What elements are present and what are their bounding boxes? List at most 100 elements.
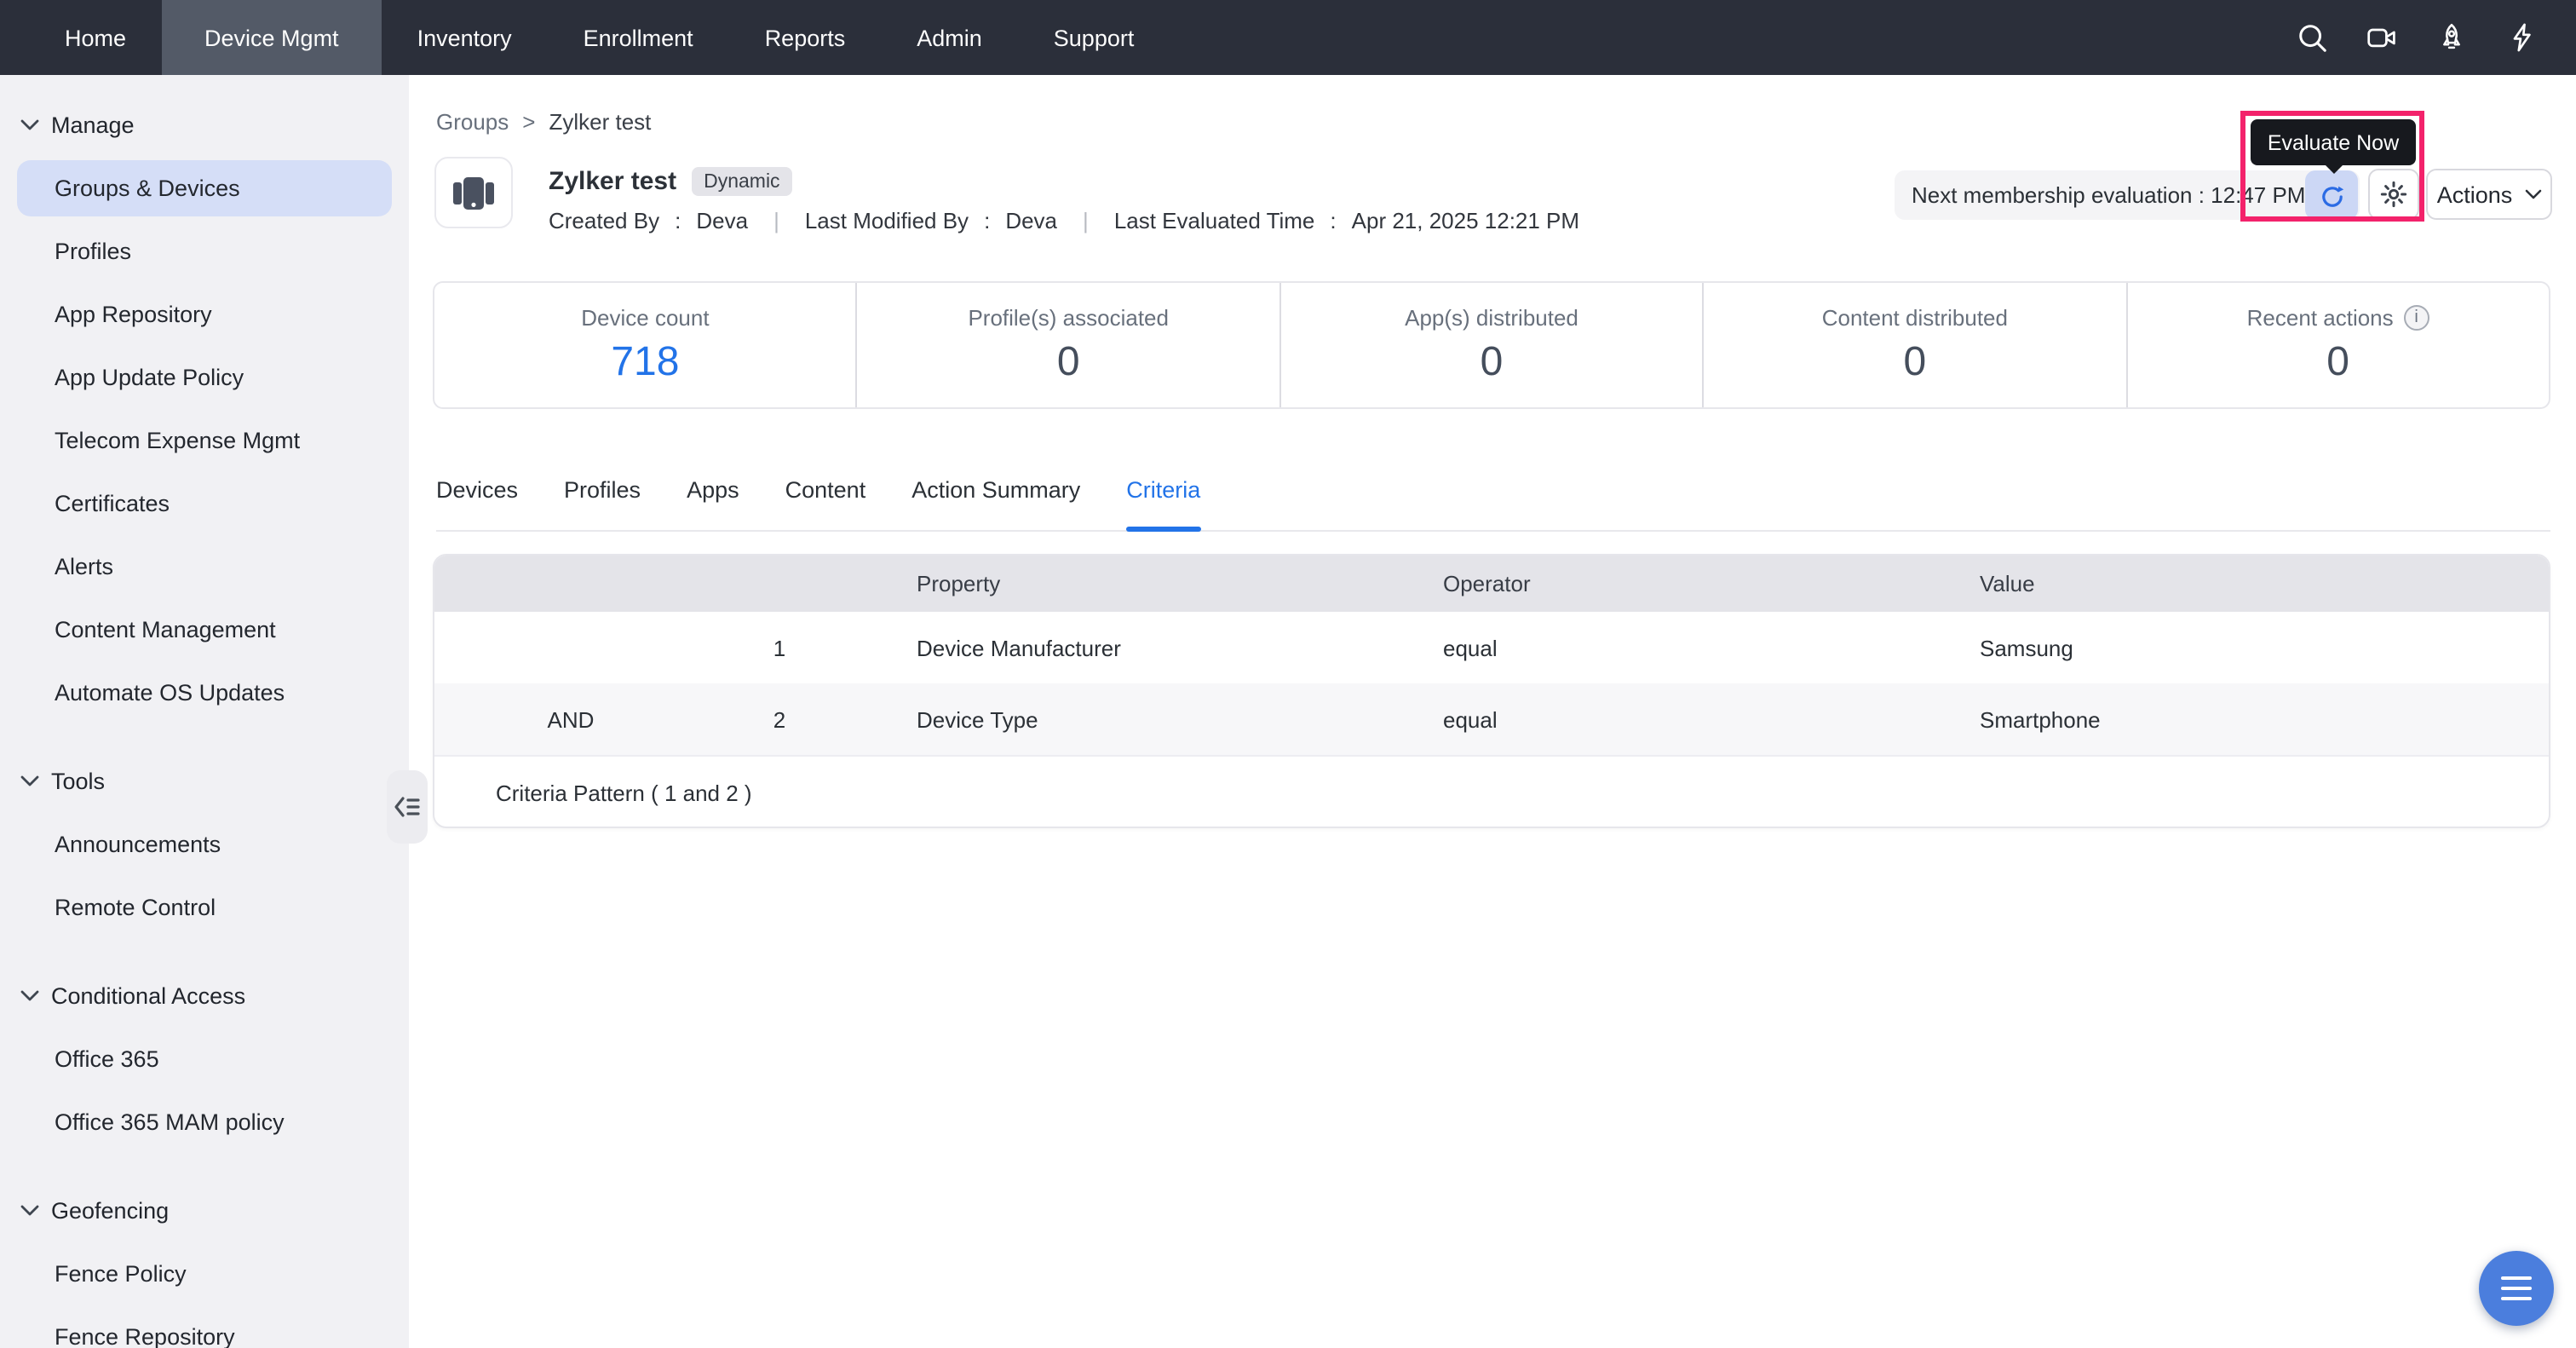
- sidebar-item-office-365[interactable]: Office 365: [0, 1028, 409, 1091]
- stat-recent-actions: Recent actions 0: [2127, 283, 2549, 407]
- sidebar-item-fence-policy[interactable]: Fence Policy: [0, 1242, 409, 1305]
- criterion-property: Device Type: [852, 706, 1423, 732]
- tab-profiles[interactable]: Profiles: [564, 477, 641, 530]
- sidebar-item-profiles[interactable]: Profiles: [0, 220, 409, 283]
- next-evaluation-status: Next membership evaluation : 12:47 PM: [1895, 170, 2360, 220]
- created-by-label: Created By: [549, 208, 659, 233]
- tab-devices[interactable]: Devices: [436, 477, 518, 530]
- actions-dropdown-button[interactable]: Actions: [2426, 169, 2552, 220]
- last-modified-by-value: Deva: [1005, 208, 1057, 233]
- rocket-icon[interactable]: [2435, 20, 2469, 55]
- tab-action-summary[interactable]: Action Summary: [911, 477, 1080, 530]
- settings-button[interactable]: [2368, 169, 2419, 220]
- next-evaluation-text: Next membership evaluation : 12:47 PM: [1912, 182, 2305, 208]
- sidebar-item-telecom-expense-mgmt[interactable]: Telecom Expense Mgmt: [0, 409, 409, 472]
- quick-menu-fab[interactable]: [2479, 1251, 2554, 1326]
- stat-value: 0: [2326, 339, 2349, 387]
- sidebar-section-header-conditional-access[interactable]: Conditional Access: [0, 965, 409, 1028]
- stat-value-device-count[interactable]: 718: [611, 339, 679, 387]
- refresh-icon: [2318, 181, 2345, 209]
- sidebar-section-geofencing: Geofencing Fence Policy Fence Repository: [0, 1179, 409, 1348]
- sidebar-section-header-manage[interactable]: Manage: [0, 94, 409, 157]
- video-camera-icon[interactable]: [2365, 20, 2399, 55]
- sidebar-item-app-update-policy[interactable]: App Update Policy: [0, 346, 409, 409]
- colon: :: [675, 208, 681, 233]
- evaluate-now-tooltip: Evaluate Now: [2251, 119, 2416, 165]
- sidebar-item-alerts[interactable]: Alerts: [0, 535, 409, 598]
- divider: |: [773, 208, 779, 233]
- tab-criteria[interactable]: Criteria: [1126, 477, 1200, 530]
- stat-value: 0: [1057, 339, 1080, 387]
- mdm-console: Home Device Mgmt Inventory Enrollment Re…: [0, 0, 2576, 1348]
- criteria-pattern: Criteria Pattern ( 1 and 2 ): [434, 755, 2549, 828]
- stat-profiles-associated: Profile(s) associated 0: [858, 283, 1281, 407]
- last-evaluated-time-label: Last Evaluated Time: [1114, 208, 1315, 233]
- colon: :: [1330, 208, 1336, 233]
- breadcrumb-current: Zylker test: [549, 109, 651, 135]
- nav-item-device-mgmt[interactable]: Device Mgmt: [162, 0, 382, 75]
- flash-icon[interactable]: [2504, 20, 2539, 55]
- group-summary-stats: Device count 718 Profile(s) associated 0…: [433, 281, 2550, 409]
- criteria-table-header: Property Operator Value: [434, 556, 2549, 612]
- chevron-down-icon: [20, 119, 39, 131]
- stat-label: Recent actions: [2247, 305, 2394, 331]
- info-icon[interactable]: [2404, 305, 2429, 331]
- nav-item-home[interactable]: Home: [29, 0, 162, 75]
- tab-content[interactable]: Content: [785, 477, 866, 530]
- criterion-index: 1: [707, 635, 852, 660]
- search-icon[interactable]: [2295, 20, 2329, 55]
- criterion-conjunction: AND: [434, 706, 707, 732]
- tab-apps[interactable]: Apps: [687, 477, 739, 530]
- sidebar-item-remote-control[interactable]: Remote Control: [0, 876, 409, 939]
- sidebar-collapse-handle[interactable]: [387, 770, 428, 844]
- criterion-property: Device Manufacturer: [852, 635, 1423, 660]
- stat-apps-distributed: App(s) distributed 0: [1281, 283, 1705, 407]
- stat-value: 0: [1481, 339, 1504, 387]
- top-nav-items: Home Device Mgmt Inventory Enrollment Re…: [29, 0, 1170, 75]
- divider: |: [1083, 208, 1089, 233]
- gear-icon: [2380, 181, 2407, 208]
- device-group-icon: [451, 171, 496, 214]
- criterion-operator: equal: [1423, 706, 1959, 732]
- sidebar-item-fence-repository[interactable]: Fence Repository: [0, 1305, 409, 1348]
- actions-label: Actions: [2437, 181, 2513, 207]
- stat-label: Profile(s) associated: [968, 305, 1169, 331]
- criteria-pattern-text: Criteria Pattern ( 1 and 2 ): [496, 781, 752, 806]
- sidebar-item-certificates[interactable]: Certificates: [0, 472, 409, 535]
- breadcrumb-separator: >: [522, 109, 535, 135]
- sidebar-item-content-management[interactable]: Content Management: [0, 598, 409, 661]
- sidebar-item-groups-devices[interactable]: Groups & Devices: [17, 160, 392, 216]
- sidebar-section-title: Manage: [51, 112, 135, 138]
- breadcrumb-groups-link[interactable]: Groups: [436, 109, 509, 135]
- page-title: Zylker test: [549, 167, 676, 196]
- nav-item-support[interactable]: Support: [1018, 0, 1170, 75]
- sidebar-section-manage: Manage Groups & Devices Profiles App Rep…: [0, 94, 409, 724]
- sidebar-item-automate-os-updates[interactable]: Automate OS Updates: [0, 661, 409, 724]
- sidebar-section-title: Conditional Access: [51, 983, 245, 1009]
- last-evaluated-time-value: Apr 21, 2025 12:21 PM: [1352, 208, 1579, 233]
- stat-value: 0: [1903, 339, 1926, 387]
- sidebar-item-app-repository[interactable]: App Repository: [0, 283, 409, 346]
- criteria-row: 1 Device Manufacturer equal Samsung: [434, 612, 2549, 683]
- page-title-row: Zylker test Dynamic: [549, 167, 792, 196]
- sidebar-item-announcements[interactable]: Announcements: [0, 813, 409, 876]
- nav-item-inventory[interactable]: Inventory: [382, 0, 548, 75]
- sidebar: Manage Groups & Devices Profiles App Rep…: [0, 75, 409, 1348]
- criteria-table: Property Operator Value 1 Device Manufac…: [433, 554, 2550, 828]
- sidebar-item-office-365-mam-policy[interactable]: Office 365 MAM policy: [0, 1091, 409, 1154]
- sidebar-section-header-tools[interactable]: Tools: [0, 750, 409, 813]
- nav-item-reports[interactable]: Reports: [729, 0, 882, 75]
- criterion-operator: equal: [1423, 635, 1959, 660]
- nav-item-admin[interactable]: Admin: [881, 0, 1018, 75]
- sidebar-section-tools: Tools Announcements Remote Control: [0, 750, 409, 939]
- chevron-down-icon: [20, 990, 39, 1002]
- nav-item-enrollment[interactable]: Enrollment: [548, 0, 729, 75]
- chevron-down-icon: [2524, 189, 2541, 199]
- stat-label: Content distributed: [1822, 305, 2008, 331]
- group-detail-tabs: Devices Profiles Apps Content Action Sum…: [436, 477, 2550, 532]
- criteria-row: AND 2 Device Type equal Smartphone: [434, 683, 2549, 755]
- last-modified-by-label: Last Modified By: [805, 208, 969, 233]
- sidebar-section-title: Tools: [51, 769, 105, 794]
- stat-label: App(s) distributed: [1405, 305, 1578, 331]
- sidebar-section-header-geofencing[interactable]: Geofencing: [0, 1179, 409, 1242]
